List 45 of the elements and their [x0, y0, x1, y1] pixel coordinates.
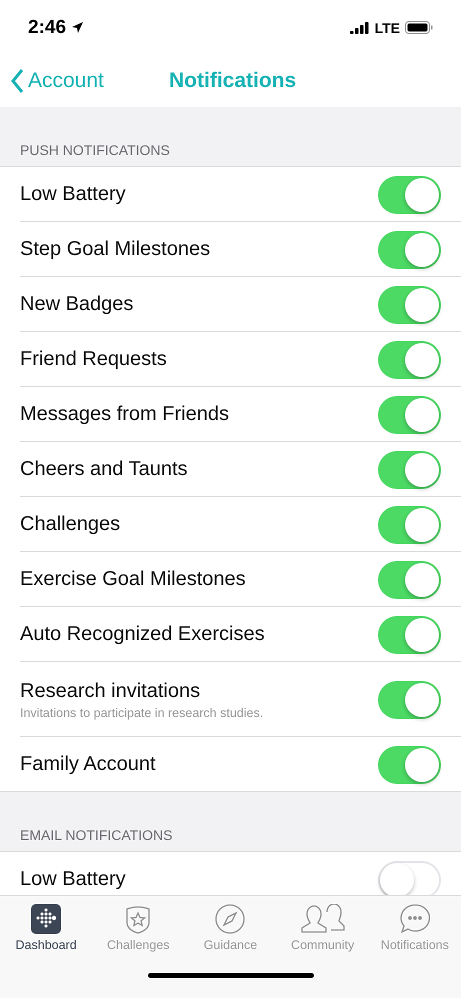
- setting-label: Family Account: [20, 753, 157, 776]
- setting-description: Invitations to participate in research studies.: [20, 706, 264, 720]
- toggle-switch[interactable]: [378, 176, 441, 214]
- setting-label: Messages from Friends: [20, 403, 230, 426]
- tab-bar-item[interactable]: Guidance: [185, 904, 276, 952]
- tab-bar-item[interactable]: Dashboard: [1, 904, 92, 952]
- dots-logo-icon: [31, 904, 62, 934]
- status-time: 2:46: [28, 16, 66, 38]
- chat-bubble-icon: [400, 904, 430, 934]
- back-button[interactable]: Account: [10, 68, 160, 94]
- setting-label: Step Goal Milestones: [20, 238, 212, 261]
- toggle-switch[interactable]: [378, 340, 441, 378]
- setting-label: Friend Requests: [20, 348, 168, 371]
- back-label[interactable]: Account: [28, 69, 104, 93]
- toggle-switch[interactable]: [378, 450, 441, 488]
- setting-label: Auto Recognized Exercises: [20, 623, 266, 646]
- signal-icon: [350, 22, 370, 34]
- setting-label: Exercise Goal Milestones: [20, 568, 247, 591]
- people-icon: [300, 904, 345, 934]
- screen-title: Notifications: [169, 69, 296, 93]
- section-header: EMAIL NOTIFICATIONS: [20, 827, 172, 843]
- toggle-switch[interactable]: [378, 860, 441, 895]
- tab-bar-item[interactable]: Notifications: [370, 904, 460, 952]
- toggle-switch[interactable]: [378, 286, 441, 324]
- toggle-switch[interactable]: [378, 746, 441, 784]
- toggle-switch[interactable]: [378, 616, 441, 654]
- setting-label: Cheers and Taunts: [20, 458, 189, 481]
- tab-bar-item[interactable]: Challenges: [93, 904, 184, 952]
- setting-label: Low Battery: [20, 868, 127, 891]
- compass-icon: [215, 904, 246, 934]
- network-label: LTE: [374, 20, 400, 36]
- toggle-switch[interactable]: [378, 230, 441, 268]
- toggle-switch[interactable]: [378, 506, 441, 544]
- location-arrow-icon: [71, 21, 84, 34]
- chevron-left-icon: [10, 68, 24, 94]
- setting-label: Challenges: [20, 513, 122, 536]
- toggle-switch[interactable]: [378, 396, 441, 434]
- toggle-switch[interactable]: [378, 560, 441, 598]
- setting-label: New Badges: [20, 293, 134, 316]
- battery-icon: [405, 21, 433, 34]
- section-header: PUSH NOTIFICATIONS: [20, 142, 170, 158]
- toggle-switch[interactable]: [378, 680, 441, 718]
- setting-label: Low Battery: [20, 183, 127, 206]
- setting-label: Research invitations: [20, 680, 202, 702]
- tab-bar-item[interactable]: Community: [278, 904, 368, 952]
